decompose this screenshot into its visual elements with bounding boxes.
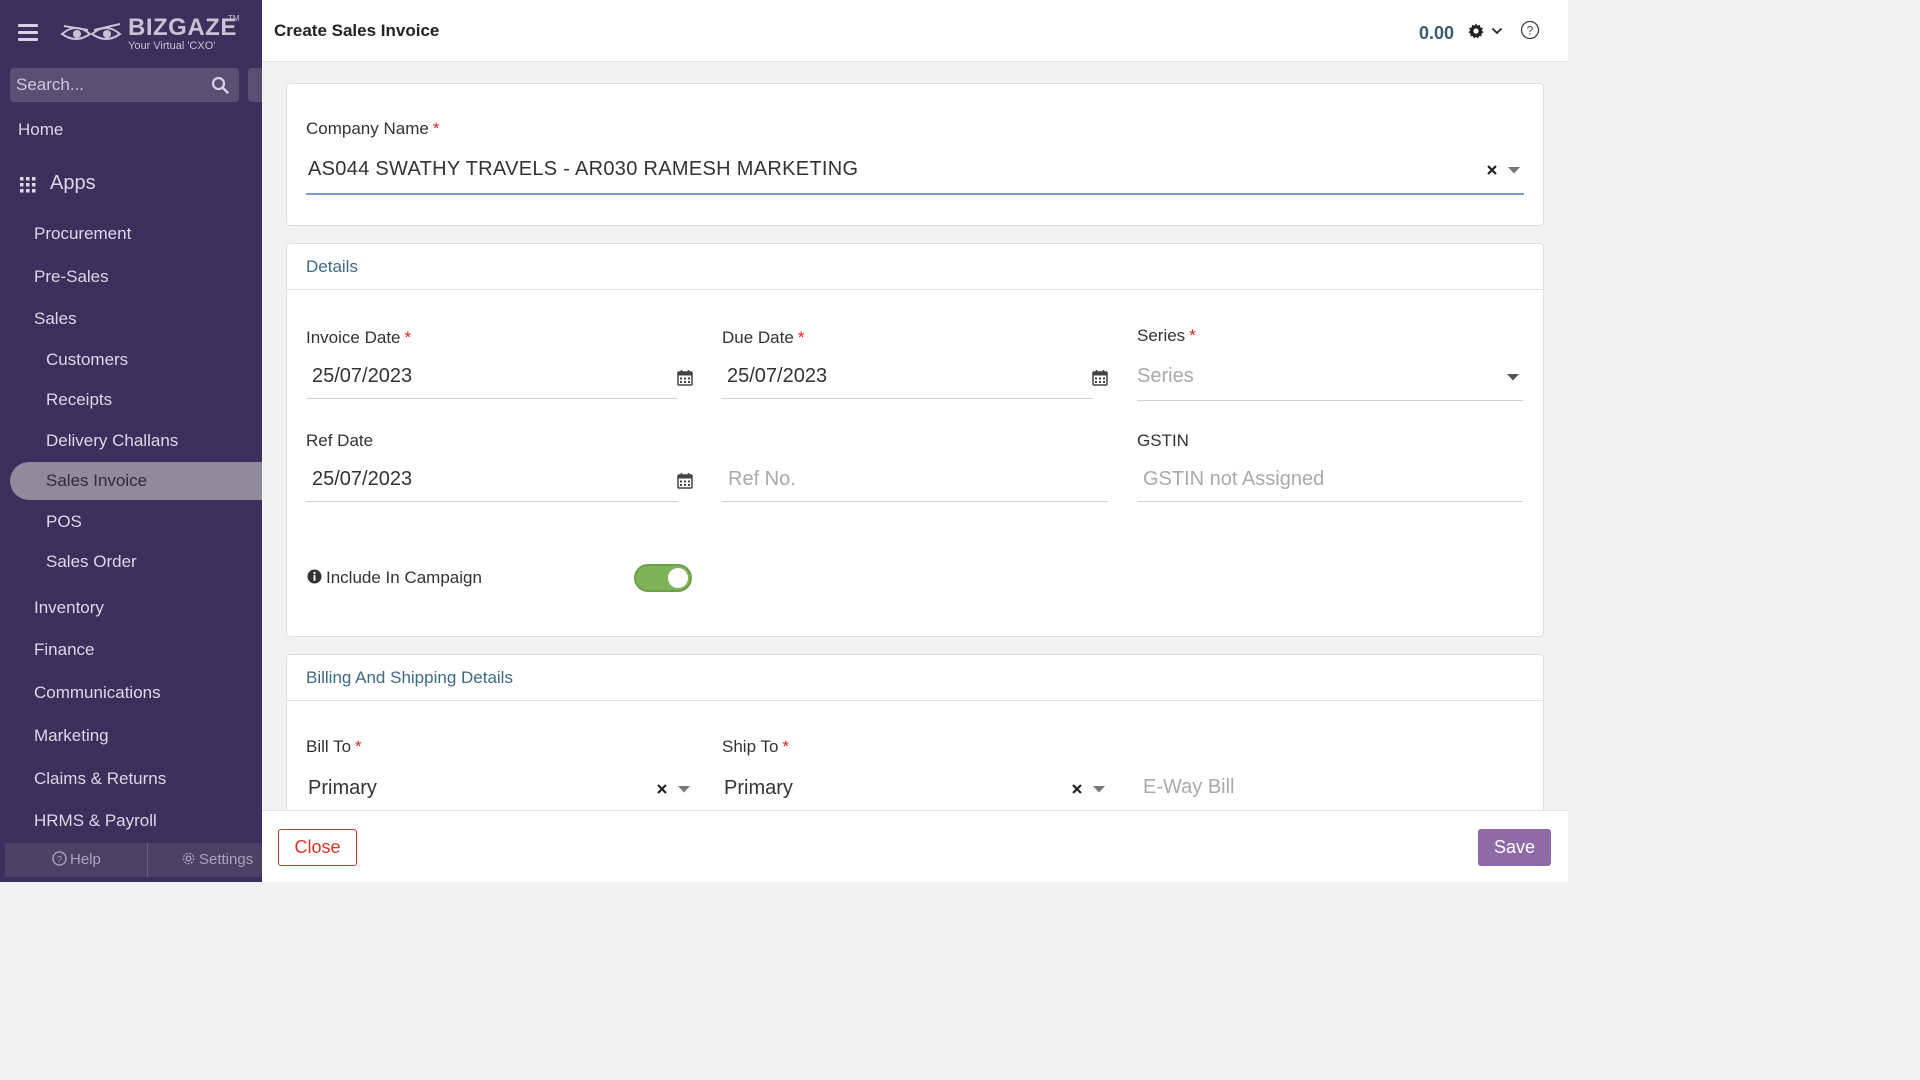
gstin-label: GSTIN — [1137, 431, 1189, 450]
sidebar-item-inventory[interactable]: Inventory — [34, 598, 104, 618]
sidebar-item-communications[interactable]: Communications — [34, 683, 161, 703]
company-name-underline — [306, 193, 1524, 195]
ship-to-select[interactable]: Primary — [724, 777, 793, 800]
header-amount: 0.00 — [1419, 23, 1455, 43]
sidebar-item-marketing[interactable]: Marketing — [34, 726, 109, 746]
hamburger-menu-icon[interactable] — [18, 24, 38, 41]
calendar-icon[interactable] — [1092, 369, 1108, 386]
page-footer: Close Save — [262, 810, 1568, 882]
sidebar-item-procurement[interactable]: Procurement — [34, 224, 131, 244]
clear-icon[interactable] — [1486, 164, 1498, 176]
dropdown-caret-icon[interactable] — [678, 786, 690, 793]
clear-icon[interactable] — [1071, 783, 1083, 795]
help-button[interactable]: ? Help — [52, 851, 101, 868]
sidebar-search — [10, 68, 239, 102]
settings-gear-icon — [182, 852, 195, 865]
logo-wordmark: BIZGAZE — [128, 14, 237, 41]
bottom-bar-divider — [147, 843, 148, 877]
details-card: Details Invoice Date * 25/07/2023 Due Dat… — [286, 243, 1544, 637]
logo-trademark: TM — [228, 14, 240, 23]
sidebar-item-customers[interactable]: Customers — [46, 350, 128, 370]
sidebar-search-input[interactable] — [16, 68, 206, 102]
billing-shipping-card: Billing And Shipping Details Bill To * Pr… — [286, 654, 1544, 824]
company-name-label: Company Name * — [306, 119, 440, 138]
gear-icon[interactable] — [1468, 23, 1484, 39]
sidebar: BIZGAZE TM Your Virtual 'CXO' Home Apps … — [0, 0, 262, 882]
bizgaze-logo[interactable]: BIZGAZE TM Your Virtual 'CXO' — [60, 14, 250, 54]
gstin-input[interactable]: GSTIN not Assigned — [1143, 468, 1324, 491]
sidebar-item-sales-invoice[interactable]: Sales Invoice — [10, 462, 262, 500]
help-label: Help — [70, 851, 101, 868]
details-title: Details — [306, 257, 358, 276]
details-card-header: Details — [287, 244, 1543, 290]
logo-tagline: Your Virtual 'CXO' — [128, 40, 216, 52]
dropdown-caret-icon[interactable] — [1093, 786, 1105, 793]
company-card: Company Name * AS044 SWATHY TRAVELS - AR0… — [286, 83, 1544, 226]
gstin-underline — [1137, 501, 1523, 502]
calendar-icon[interactable] — [677, 369, 693, 386]
svg-text:?: ? — [57, 854, 62, 864]
series-underline — [1137, 400, 1523, 401]
ref-no-input[interactable]: Ref No. — [728, 468, 796, 491]
apps-label: Apps — [50, 172, 96, 194]
clear-icon[interactable] — [656, 783, 668, 795]
sidebar-item-claims-returns[interactable]: Claims & Returns — [34, 769, 166, 789]
ref-no-underline — [722, 501, 1108, 502]
svg-text:?: ? — [1527, 24, 1534, 38]
sidebar-item-hrms-payroll[interactable]: HRMS & Payroll — [34, 811, 157, 831]
sidebar-item-pos[interactable]: POS — [46, 512, 82, 532]
search-icon[interactable] — [211, 76, 229, 94]
dropdown-caret-icon[interactable] — [1507, 374, 1519, 381]
help-circle-icon: ? — [52, 851, 67, 866]
billing-shipping-header: Billing And Shipping Details — [287, 655, 1543, 701]
apps-grid-icon — [20, 177, 36, 193]
sidebar-item-sales[interactable]: Sales — [34, 309, 77, 329]
close-button[interactable]: Close — [278, 829, 357, 866]
due-date-input[interactable]: 25/07/2023 — [727, 365, 827, 388]
ref-date-input[interactable]: 25/07/2023 — [312, 468, 412, 491]
sidebar-item-pre-sales[interactable]: Pre-Sales — [34, 267, 109, 287]
sidebar-item-sales-order[interactable]: Sales Order — [46, 552, 137, 572]
sidebar-search-side-button[interactable] — [248, 68, 262, 102]
help-icon[interactable]: ? — [1520, 20, 1540, 40]
ship-to-label: Ship To * — [722, 737, 790, 756]
series-label: Series * — [1137, 326, 1196, 345]
info-icon — [307, 569, 322, 584]
sidebar-item-sales-invoice-label: Sales Invoice — [46, 471, 148, 490]
invoice-date-underline — [306, 398, 678, 399]
sidebar-item-delivery-challans[interactable]: Delivery Challans — [46, 431, 178, 451]
sidebar-top: BIZGAZE TM Your Virtual 'CXO' — [0, 0, 262, 62]
sidebar-bottom-bar: ? Help Settings — [5, 843, 262, 877]
page-header: Create Sales Invoice 0.00 ? — [262, 0, 1568, 62]
sidebar-item-receipts[interactable]: Receipts — [46, 390, 112, 410]
include-in-campaign-toggle[interactable] — [634, 564, 692, 592]
due-date-underline — [721, 398, 1093, 399]
bill-to-select[interactable]: Primary — [308, 777, 377, 800]
eway-bill-input[interactable]: E-Way Bill — [1143, 776, 1234, 799]
dropdown-caret-icon[interactable] — [1508, 167, 1520, 174]
page-title: Create Sales Invoice — [274, 21, 440, 40]
ref-date-underline — [306, 501, 678, 502]
invoice-date-label: Invoice Date * — [306, 328, 412, 347]
due-date-label: Due Date * — [722, 328, 805, 347]
include-in-campaign-label: Include In Campaign — [326, 568, 482, 587]
calendar-icon[interactable] — [677, 472, 693, 489]
invoice-date-input[interactable]: 25/07/2023 — [312, 365, 412, 388]
save-button[interactable]: Save — [1478, 829, 1551, 866]
settings-button[interactable]: Settings — [181, 851, 253, 868]
chevron-down-icon[interactable] — [1491, 27, 1503, 35]
company-name-value[interactable]: AS044 SWATHY TRAVELS - AR030 RAMESH MARK… — [308, 158, 858, 181]
sidebar-item-finance[interactable]: Finance — [34, 640, 94, 660]
settings-label: Settings — [199, 851, 254, 868]
billing-shipping-title: Billing And Shipping Details — [306, 668, 513, 687]
toggle-knob — [668, 568, 688, 588]
series-select[interactable]: Series — [1137, 365, 1194, 388]
sidebar-item-home[interactable]: Home — [18, 120, 63, 140]
ref-date-label: Ref Date — [306, 431, 374, 450]
logo-eyes-icon — [60, 23, 122, 40]
bill-to-label: Bill To * — [306, 737, 362, 756]
